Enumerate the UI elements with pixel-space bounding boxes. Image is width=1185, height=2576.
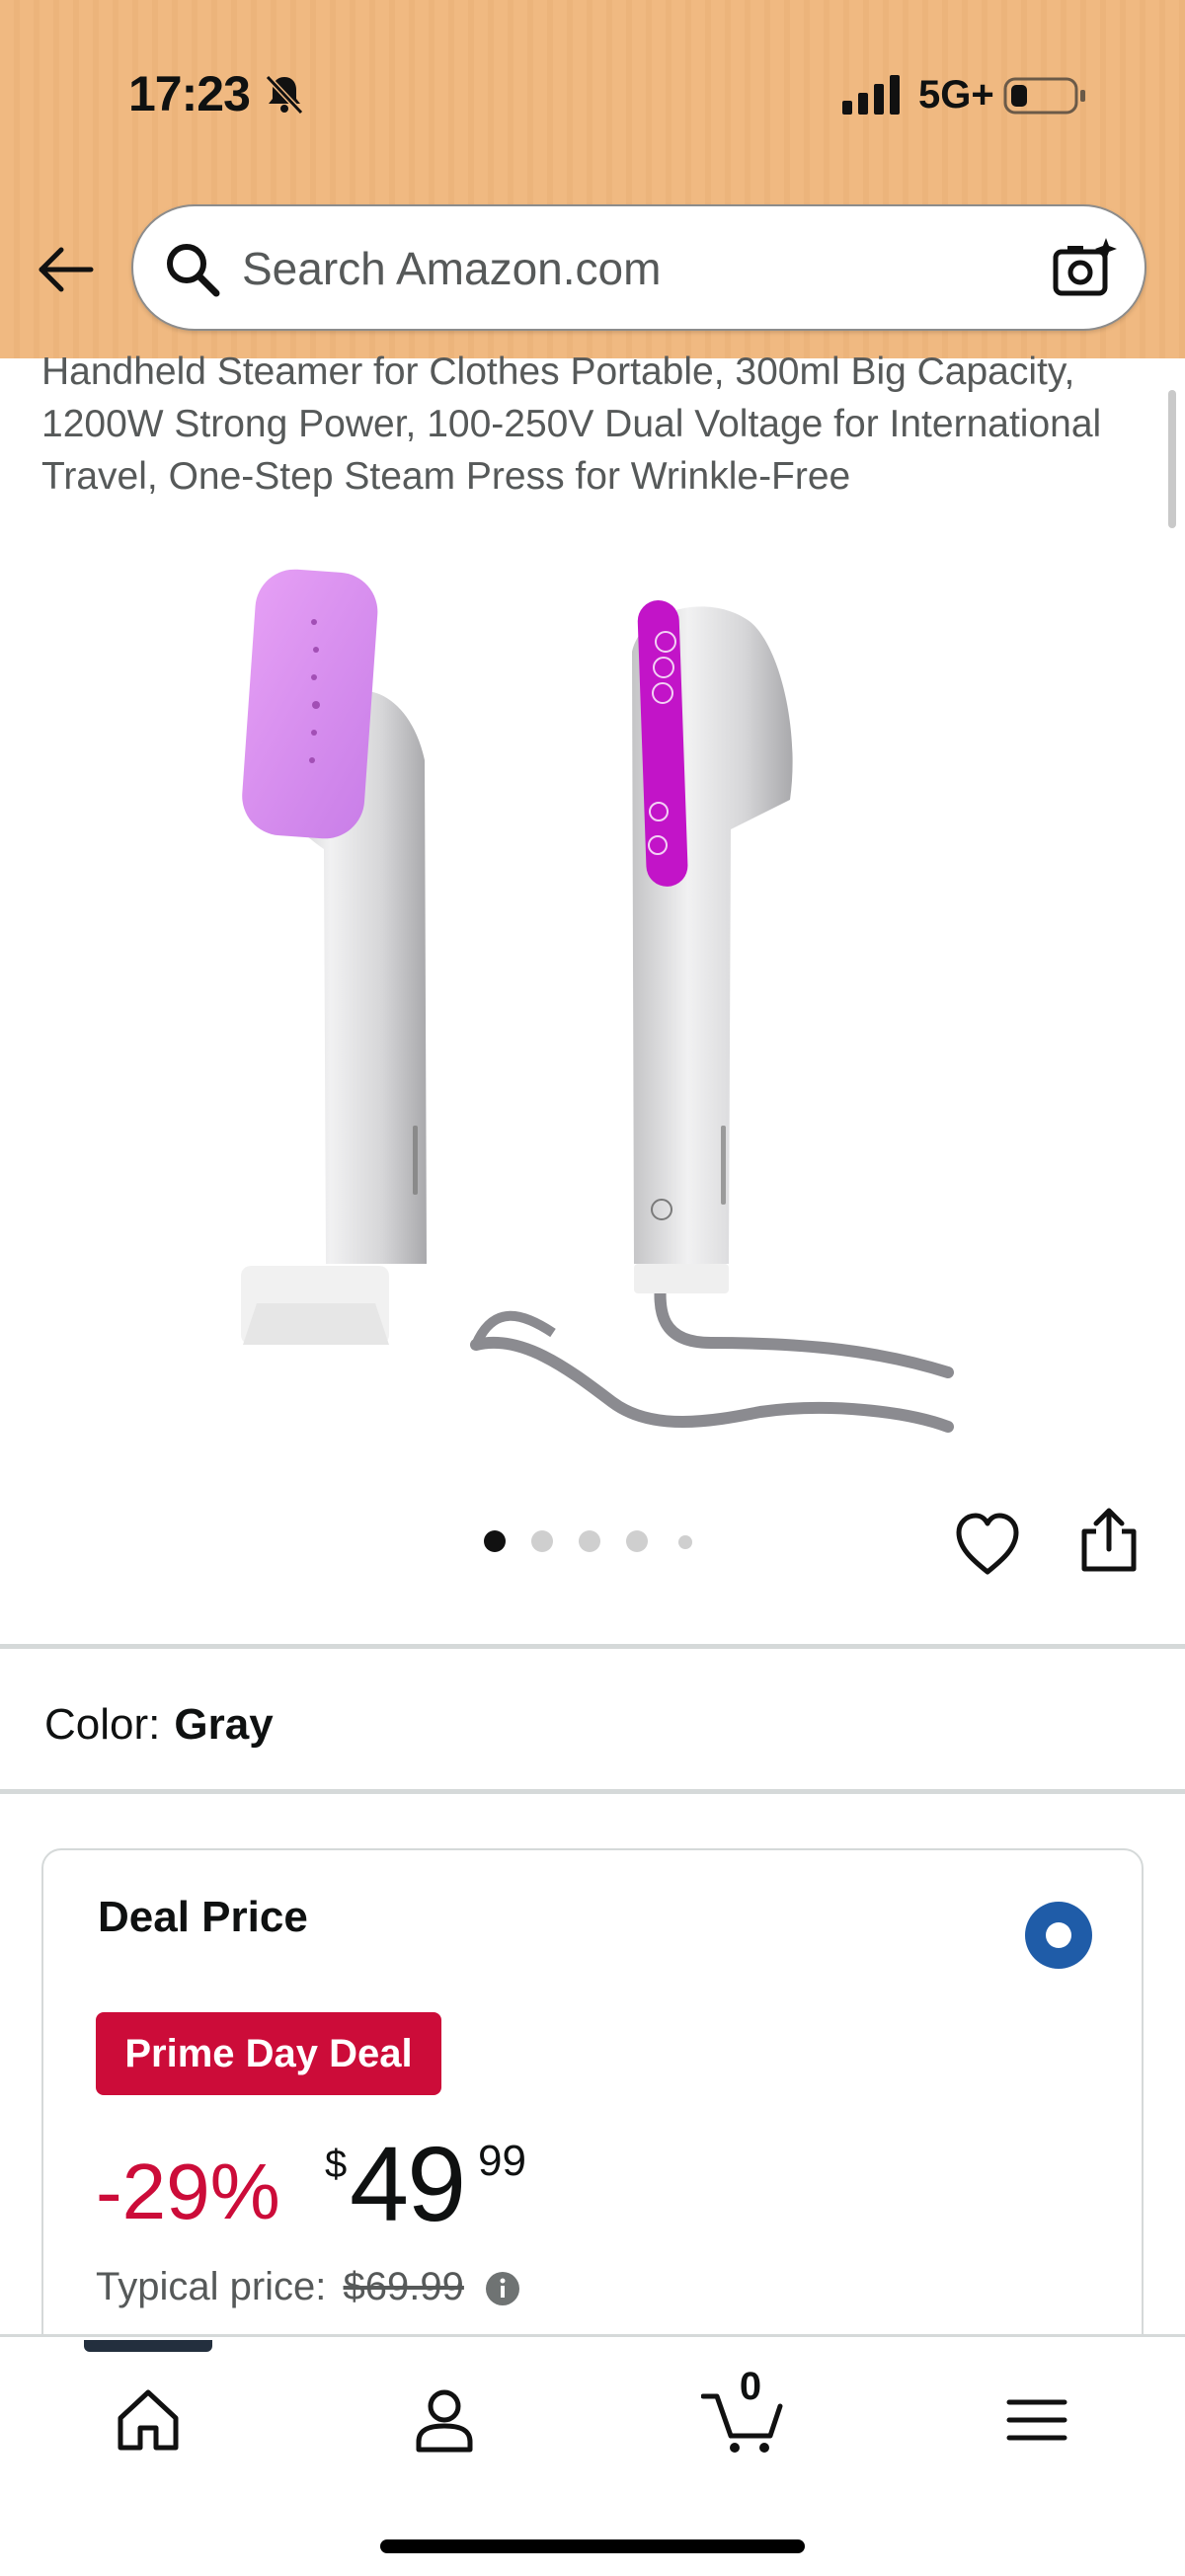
product-title[interactable]: Handheld Steamer for Clothes Portable, 3… <box>41 346 1147 503</box>
search-icon <box>167 244 220 297</box>
arrow-left-icon[interactable] <box>36 245 95 294</box>
typical-price-value: $69.99 <box>343 2265 464 2308</box>
color-selector[interactable]: Color: Gray <box>44 1700 274 1750</box>
product-image[interactable] <box>198 553 988 1442</box>
signal-icon <box>842 75 900 115</box>
color-label: Color: <box>44 1700 161 1749</box>
battery-icon <box>1003 77 1085 115</box>
discount-percent: -29% <box>96 2147 280 2235</box>
app-header: 17:23 5G+ <box>0 0 1185 358</box>
cart-icon[interactable] <box>701 2384 784 2456</box>
typical-price-label: Typical price: <box>96 2265 327 2308</box>
divider <box>0 1644 1185 1649</box>
pager-dot[interactable] <box>678 1535 692 1549</box>
price-whole: 49 <box>350 2124 466 2243</box>
share-icon[interactable] <box>1076 1506 1142 1575</box>
prime-day-deal-badge: Prime Day Deal <box>96 2012 441 2095</box>
divider <box>0 1789 1185 1794</box>
page-scrollbar[interactable] <box>1168 390 1176 528</box>
price-currency: $ <box>325 2143 348 2186</box>
home-indicator[interactable] <box>380 2539 805 2553</box>
pager-dot[interactable] <box>626 1530 648 1552</box>
image-pager[interactable] <box>484 1530 701 1560</box>
pager-dot[interactable] <box>579 1530 600 1552</box>
search-bar[interactable] <box>131 204 1146 331</box>
pager-dot[interactable] <box>531 1530 553 1552</box>
network-type: 5G+ <box>918 73 994 117</box>
deal-title: Deal Price <box>98 1893 308 1941</box>
bottom-navigation: 0 <box>0 2334 1185 2576</box>
search-input[interactable] <box>242 236 1012 301</box>
typical-price: Typical price: $69.99 <box>96 2265 520 2309</box>
camera-sparkle-icon[interactable] <box>1050 234 1119 303</box>
info-icon[interactable] <box>485 2271 520 2306</box>
pager-dot[interactable] <box>484 1530 506 1552</box>
active-tab-indicator <box>84 2340 212 2352</box>
home-icon[interactable] <box>113 2384 184 2456</box>
radio-selected-icon[interactable] <box>1023 1900 1094 1971</box>
status-time: 17:23 <box>128 66 251 121</box>
account-icon[interactable] <box>409 2384 480 2456</box>
bell-slash-icon <box>265 74 304 116</box>
heart-icon[interactable] <box>953 1511 1022 1580</box>
price-fraction: 99 <box>478 2137 526 2185</box>
menu-icon[interactable] <box>1001 2384 1072 2456</box>
color-value: Gray <box>174 1700 274 1749</box>
